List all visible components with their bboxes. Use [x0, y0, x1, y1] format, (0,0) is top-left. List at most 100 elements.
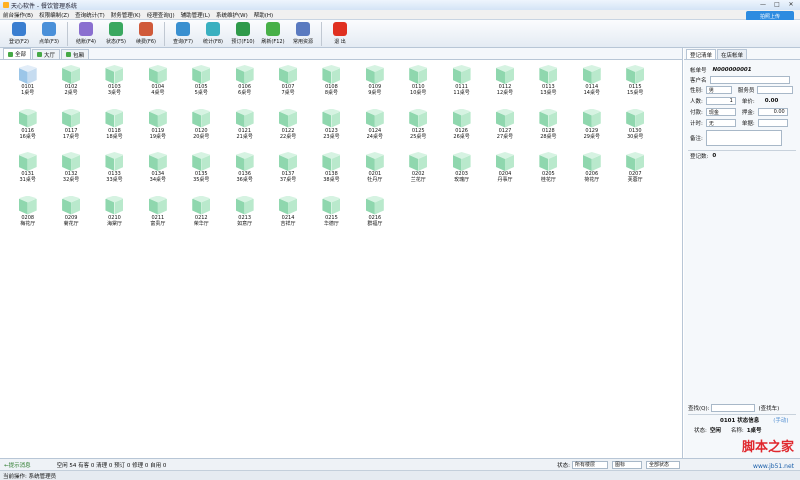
- table-item[interactable]: 0137 37桌号: [266, 151, 309, 195]
- price-label: 单价:: [741, 99, 755, 105]
- table-item[interactable]: 0210 海棠厅: [93, 195, 136, 239]
- table-item[interactable]: 0119 19桌号: [136, 108, 179, 152]
- floor-select[interactable]: 所有楼层: [572, 460, 608, 469]
- table-item[interactable]: 0204 丹事厅: [483, 151, 526, 195]
- table-item[interactable]: 0126 26桌号: [440, 108, 483, 152]
- table-item[interactable]: 0134 34桌号: [136, 151, 179, 195]
- table-item[interactable]: 0128 28桌号: [527, 108, 570, 152]
- table-item[interactable]: 0216 群福厅: [353, 195, 396, 239]
- table-item[interactable]: 0118 18桌号: [93, 108, 136, 152]
- table-item[interactable]: 0206 荷花厅: [570, 151, 613, 195]
- table-item[interactable]: 0201 牡丹厅: [353, 151, 396, 195]
- table-item[interactable]: 0111 11桌号: [440, 64, 483, 108]
- table-item[interactable]: 0122 22桌号: [266, 108, 309, 152]
- toolbar-button-7[interactable]: 预订(F10): [228, 20, 258, 47]
- table-item[interactable]: 0135 35桌号: [180, 151, 223, 195]
- deposit-input[interactable]: 0.00: [757, 108, 788, 116]
- table-item[interactable]: 0103 3桌号: [93, 64, 136, 108]
- menu-item-4[interactable]: 经理查询(J): [144, 11, 178, 19]
- table-item[interactable]: 0212 荣华厅: [180, 195, 223, 239]
- state-filter-select[interactable]: 全部状态: [646, 460, 680, 469]
- table-item[interactable]: 0213 如意厅: [223, 195, 266, 239]
- menu-item-3[interactable]: 财务管理(K): [108, 11, 144, 19]
- table-item[interactable]: 0207 芙蓉厅: [613, 151, 656, 195]
- table-item[interactable]: 0112 12桌号: [483, 64, 526, 108]
- pay-select[interactable]: 现金: [705, 108, 736, 116]
- search-button[interactable]: (查找车): [758, 404, 779, 412]
- pay-value: 现金: [708, 109, 719, 116]
- table-item[interactable]: 0129 29桌号: [570, 108, 613, 152]
- menu-item-1[interactable]: 权限编制(Z): [36, 11, 72, 19]
- table-item[interactable]: 0136 36桌号: [223, 151, 266, 195]
- table-item[interactable]: 0209 菊花厅: [49, 195, 92, 239]
- menu-item-7[interactable]: 帮助(H): [251, 11, 276, 19]
- remark-input[interactable]: [705, 130, 782, 146]
- table-item[interactable]: 0109 9桌号: [353, 64, 396, 108]
- close-button[interactable]: ✕: [784, 0, 798, 9]
- note-input[interactable]: [757, 119, 788, 127]
- timing-select[interactable]: 无: [705, 119, 736, 127]
- table-item[interactable]: 0138 38桌号: [310, 151, 353, 195]
- table-item[interactable]: 0215 华德厅: [310, 195, 353, 239]
- table-item[interactable]: 0130 30桌号: [613, 108, 656, 152]
- table-item[interactable]: 0132 32桌号: [49, 151, 92, 195]
- tab-area-1[interactable]: 大厅: [32, 49, 61, 59]
- toolbar-button-0[interactable]: 登记(F2): [4, 20, 34, 47]
- menu-item-2[interactable]: 查询统计(T): [72, 11, 108, 19]
- table-item[interactable]: 0101 1桌号: [6, 64, 49, 108]
- table-item[interactable]: 0123 23桌号: [310, 108, 353, 152]
- table-item[interactable]: 0205 桂花厅: [527, 151, 570, 195]
- toolbar-button-8[interactable]: 刷新(F12): [258, 20, 288, 47]
- search-input[interactable]: [711, 404, 756, 412]
- waiter-select[interactable]: [757, 86, 794, 94]
- people-stepper[interactable]: 1: [705, 97, 736, 105]
- table-name: 7桌号: [281, 90, 295, 96]
- toolbar-button-5[interactable]: 查询(F7): [168, 20, 198, 47]
- table-item[interactable]: 0133 33桌号: [93, 151, 136, 195]
- table-item[interactable]: 0121 21桌号: [223, 108, 266, 152]
- table-item[interactable]: 0107 7桌号: [266, 64, 309, 108]
- table-item[interactable]: 0115 15桌号: [613, 64, 656, 108]
- table-item[interactable]: 0214 吉祥厅: [266, 195, 309, 239]
- table-item[interactable]: 0203 玫瑰厅: [440, 151, 483, 195]
- maximize-button[interactable]: □: [770, 0, 784, 9]
- table-item[interactable]: 0102 2桌号: [49, 64, 92, 108]
- table-item[interactable]: 0108 8桌号: [310, 64, 353, 108]
- view-select[interactable]: 图标: [612, 460, 642, 469]
- table-item[interactable]: 0113 13桌号: [527, 64, 570, 108]
- table-item[interactable]: 0211 富贵厅: [136, 195, 179, 239]
- table-item[interactable]: 0120 20桌号: [180, 108, 223, 152]
- table-item[interactable]: 0105 5桌号: [180, 64, 223, 108]
- toolbar-button-2[interactable]: 结账(F4): [71, 20, 101, 47]
- table-item[interactable]: 0116 16桌号: [6, 108, 49, 152]
- tab-in-store-bills[interactable]: 在店帐单: [717, 49, 748, 59]
- table-item[interactable]: 0208 梅花厅: [6, 195, 49, 239]
- table-item[interactable]: 0104 4桌号: [136, 64, 179, 108]
- gender-select[interactable]: 男: [705, 86, 732, 94]
- toolbar-button-4[interactable]: 续费(F6): [131, 20, 161, 47]
- floor-value: 所有楼层: [575, 462, 596, 468]
- customer-input[interactable]: [709, 76, 790, 84]
- table-item[interactable]: 0131 31桌号: [6, 151, 49, 195]
- table-item[interactable]: 0110 10桌号: [397, 64, 440, 108]
- table-item[interactable]: 0202 兰花厅: [397, 151, 440, 195]
- table-cube-icon: [62, 152, 81, 171]
- tab-area-2[interactable]: 包厢: [61, 49, 90, 59]
- tab-register-list[interactable]: 登记清单: [686, 49, 717, 59]
- toolbar-button-9[interactable]: 常用资源: [288, 20, 318, 47]
- table-item[interactable]: 0127 27桌号: [483, 108, 526, 152]
- minimize-button[interactable]: —: [756, 0, 770, 9]
- toolbar-button-6[interactable]: 统计(F8): [198, 20, 228, 47]
- table-item[interactable]: 0106 6桌号: [223, 64, 266, 108]
- table-item[interactable]: 0125 25桌号: [397, 108, 440, 152]
- menu-item-5[interactable]: 辅助管理(L): [178, 11, 213, 19]
- tab-area-0[interactable]: 全部: [3, 48, 32, 59]
- menu-item-0[interactable]: 前台操作(B): [0, 11, 36, 19]
- table-item[interactable]: 0124 24桌号: [353, 108, 396, 152]
- menu-item-6[interactable]: 系统维护(W): [213, 11, 251, 19]
- toolbar-button-10[interactable]: 退 出: [325, 20, 355, 47]
- table-item[interactable]: 0114 14桌号: [570, 64, 613, 108]
- toolbar-button-1[interactable]: 点单(F3): [34, 20, 64, 47]
- table-item[interactable]: 0117 17桌号: [49, 108, 92, 152]
- toolbar-button-3[interactable]: 状态(F5): [101, 20, 131, 47]
